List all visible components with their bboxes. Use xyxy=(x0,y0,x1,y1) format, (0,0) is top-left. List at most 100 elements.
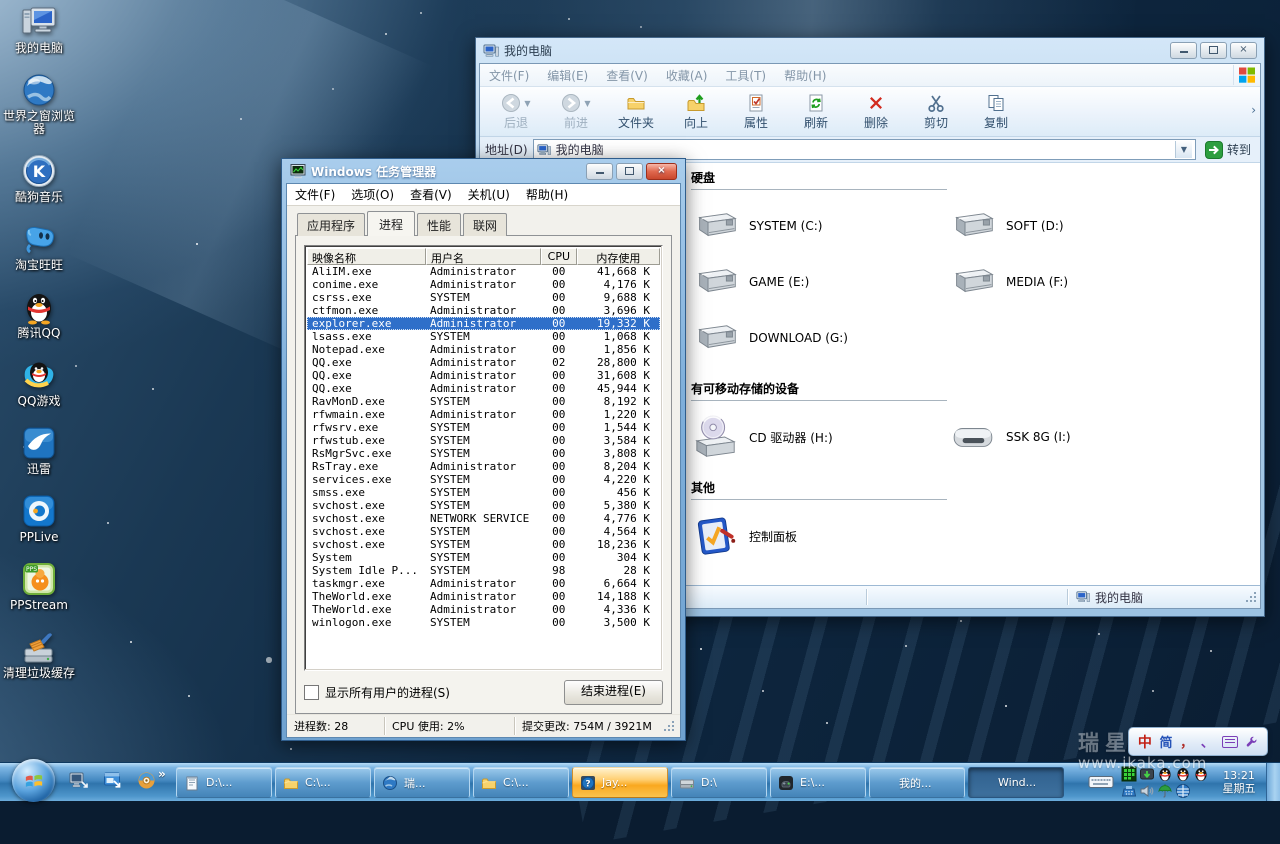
start-button[interactable] xyxy=(12,759,55,802)
process-row[interactable]: svchost.exeSYSTEM004,564 K xyxy=(307,525,660,538)
explorer-menu-4[interactable]: 工具(T) xyxy=(716,67,775,84)
desktop-icon-tencent-qq[interactable]: 腾讯QQ xyxy=(1,289,77,340)
process-row[interactable]: SystemSYSTEM00304 K xyxy=(307,551,660,564)
desktop-icon-taobao-wangwang[interactable]: 淘宝旺旺 xyxy=(1,221,77,272)
desktop-icon-ppstream[interactable]: PPSPPStream xyxy=(1,561,77,612)
tray-firewall-icon[interactable] xyxy=(1175,783,1191,799)
process-row[interactable]: rfwstub.exeSYSTEM003,584 K xyxy=(307,434,660,447)
tray-ime-pad-icon[interactable] xyxy=(1121,783,1137,799)
explorer-menu-2[interactable]: 查看(V) xyxy=(597,67,657,84)
resize-grip[interactable] xyxy=(1244,592,1258,606)
explorer-menu-3[interactable]: 收藏(A) xyxy=(657,67,717,84)
taskbar-button-0[interactable]: D:\... xyxy=(176,767,272,798)
tray-cpu-meter-icon[interactable] xyxy=(1121,766,1137,782)
explorer-menu-0[interactable]: 文件(F) xyxy=(480,67,538,84)
taskbar-button-3[interactable]: C:\... xyxy=(473,767,569,798)
desktop-icon-xunlei[interactable]: 迅雷 xyxy=(1,425,77,476)
taskmgr-menu-4[interactable]: 帮助(H) xyxy=(518,186,576,203)
process-row[interactable]: services.exeSYSTEM004,220 K xyxy=(307,473,660,486)
desktop[interactable]: 我的电脑世界之窗浏览器K酷狗音乐淘宝旺旺腾讯QQQQ游戏迅雷PPLivePPSP… xyxy=(0,0,1280,800)
address-dropdown-button[interactable]: ▼ xyxy=(1175,141,1192,158)
tray-downloader-icon[interactable] xyxy=(1139,766,1155,782)
taskmgr-menu-2[interactable]: 查看(V) xyxy=(402,186,460,203)
ime-soft-keyboard-icon[interactable] xyxy=(1222,736,1238,748)
desktop-icon-qq-games[interactable]: QQ游戏 xyxy=(1,357,77,408)
drive-item[interactable]: SOFT (D:) xyxy=(948,202,1205,250)
drive-item[interactable]: SYSTEM (C:) xyxy=(691,202,948,250)
chevron-down-icon[interactable]: ▼ xyxy=(524,99,530,108)
taskbar-button-7[interactable]: 我的... xyxy=(869,767,965,798)
resize-grip[interactable] xyxy=(662,721,676,735)
process-row[interactable]: conime.exeAdministrator004,176 K xyxy=(307,278,660,291)
process-row[interactable]: svchost.exeSYSTEM0018,236 K xyxy=(307,538,660,551)
toolbar-refresh-button[interactable]: 刷新 xyxy=(786,89,846,135)
desktop-icon-theworld-browser[interactable]: 世界之窗浏览器 xyxy=(1,72,77,136)
tray-qq-small-icon[interactable] xyxy=(1193,766,1209,782)
explorer-menu-5[interactable]: 帮助(H) xyxy=(775,67,835,84)
taskbar-button-6[interactable]: E:\... xyxy=(770,767,866,798)
tray-qq-small-icon[interactable] xyxy=(1157,766,1173,782)
tab-进程[interactable]: 进程 xyxy=(367,211,415,236)
address-input[interactable]: 我的电脑 ▼ xyxy=(533,139,1196,160)
minimize-button[interactable] xyxy=(1170,42,1197,59)
drive-item[interactable]: GAME (E:) xyxy=(691,258,948,306)
tab-性能[interactable]: 性能 xyxy=(417,213,461,236)
toolbar-up-button[interactable]: 向上 xyxy=(666,89,726,135)
toolbar-overflow-chevron[interactable]: › xyxy=(1251,103,1256,117)
process-row[interactable]: svchost.exeNETWORK SERVICE004,776 K xyxy=(307,512,660,525)
explorer-menu-1[interactable]: 编辑(E) xyxy=(538,67,597,84)
ime-simplified-mode[interactable]: 简 xyxy=(1159,732,1172,751)
process-row[interactable]: smss.exeSYSTEM00456 K xyxy=(307,486,660,499)
process-row[interactable]: taskmgr.exeAdministrator006,664 K xyxy=(307,577,660,590)
chevron-down-icon[interactable]: ▼ xyxy=(584,99,590,108)
process-row[interactable]: lsass.exeSYSTEM001,068 K xyxy=(307,330,660,343)
close-button[interactable]: × xyxy=(1230,42,1257,59)
desktop-icon-pplive[interactable]: PPLive xyxy=(1,493,77,544)
toolbar-copy-button[interactable]: 复制 xyxy=(966,89,1026,135)
tab-应用程序[interactable]: 应用程序 xyxy=(297,213,365,236)
taskmgr-menu-1[interactable]: 选项(O) xyxy=(343,186,402,203)
drive-item[interactable]: MEDIA (F:) xyxy=(948,258,1205,306)
drive-item[interactable]: CD 驱动器 (H:) xyxy=(691,413,948,461)
ime-punctuation-alt[interactable]: 、 xyxy=(1201,732,1214,751)
tray-qq-small-icon[interactable] xyxy=(1175,766,1191,782)
taskmgr-titlebar[interactable]: Windows 任务管理器 × xyxy=(286,159,681,183)
tray-volume-icon[interactable] xyxy=(1139,783,1155,799)
maximize-button[interactable] xyxy=(616,163,643,180)
quick-launch-media-player-icon[interactable] xyxy=(136,770,157,791)
quick-launch-show-desktop-icon[interactable] xyxy=(68,770,89,791)
process-row[interactable]: QQ.exeAdministrator0228,800 K xyxy=(307,356,660,369)
toolbar-cut-button[interactable]: 剪切 xyxy=(906,89,966,135)
quick-launch-overflow[interactable]: » xyxy=(158,767,166,781)
close-button[interactable]: × xyxy=(646,163,677,180)
ime-tools-wrench-icon[interactable] xyxy=(1245,735,1258,748)
process-row[interactable]: winlogon.exeSYSTEM003,500 K xyxy=(307,616,660,629)
process-row[interactable]: csrss.exeSYSTEM009,688 K xyxy=(307,291,660,304)
taskbar-button-1[interactable]: C:\... xyxy=(275,767,371,798)
taskbar-button-8[interactable]: Wind... xyxy=(968,767,1064,798)
process-row[interactable]: AliIM.exeAdministrator0041,668 K xyxy=(307,265,660,278)
minimize-button[interactable] xyxy=(586,163,613,180)
taskmgr-menu-3[interactable]: 关机(U) xyxy=(460,186,518,203)
taskbar-button-2[interactable]: 瑞... xyxy=(374,767,470,798)
desktop-icon-clean-cache[interactable]: 清理垃圾缓存 xyxy=(1,629,77,680)
explorer-titlebar[interactable]: 我的电脑 × xyxy=(479,38,1261,63)
end-process-button[interactable]: 结束进程(E) xyxy=(564,680,663,705)
tab-联网[interactable]: 联网 xyxy=(463,213,507,236)
show-desktop-strip[interactable] xyxy=(1266,763,1280,801)
toolbar-back-button[interactable]: ▼后退 xyxy=(486,89,546,135)
drive-item[interactable]: DOWNLOAD (G:) xyxy=(691,314,948,362)
column-header-1[interactable]: 用户名 xyxy=(426,248,541,265)
toolbar-properties-button[interactable]: 属性 xyxy=(726,89,786,135)
column-header-0[interactable]: 映像名称 xyxy=(307,248,426,265)
go-button[interactable]: 转到 xyxy=(1201,141,1255,159)
desktop-icon-my-computer[interactable]: 我的电脑 xyxy=(1,4,77,55)
keyboard-layout-icon[interactable] xyxy=(1088,774,1114,790)
drive-item[interactable]: 控制面板 xyxy=(691,512,948,560)
process-row[interactable]: rfwmain.exeAdministrator001,220 K xyxy=(307,408,660,421)
process-row[interactable]: ctfmon.exeAdministrator003,696 K xyxy=(307,304,660,317)
column-header-3[interactable]: 内存使用 xyxy=(577,248,660,265)
process-row[interactable]: explorer.exeAdministrator0019,332 K xyxy=(307,317,660,330)
process-row[interactable]: TheWorld.exeAdministrator004,336 K xyxy=(307,603,660,616)
process-row[interactable]: RsMgrSvc.exeSYSTEM003,808 K xyxy=(307,447,660,460)
